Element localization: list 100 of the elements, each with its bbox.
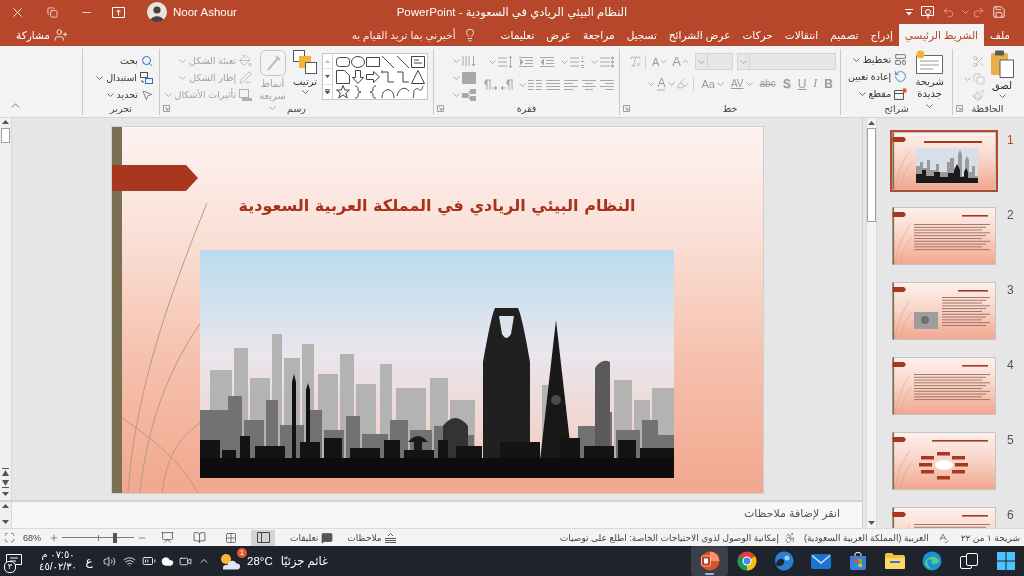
grid-icon bbox=[225, 531, 237, 544]
temperature-text[interactable]: 28°C bbox=[247, 555, 273, 567]
account-button[interactable]: Noor Ashour bbox=[147, 2, 237, 22]
slide-counter: شريحة ١ من ٢٢ bbox=[960, 532, 1020, 543]
oval-icon[interactable] bbox=[350, 54, 365, 69]
select-button[interactable]: تحديد bbox=[104, 86, 155, 103]
zoom-level[interactable]: 68% bbox=[23, 532, 41, 543]
presentation-icon bbox=[160, 531, 174, 544]
notes-button[interactable]: ملاحظات bbox=[344, 529, 399, 546]
scroll-down-icon[interactable] bbox=[868, 521, 875, 525]
section-button[interactable]: مقطع bbox=[856, 85, 910, 102]
scroll-up-icon[interactable] bbox=[868, 121, 875, 125]
zoom-in-icon[interactable] bbox=[49, 532, 59, 543]
more-shapes-icon[interactable] bbox=[325, 89, 330, 95]
dialog-launcher-icon[interactable] bbox=[955, 105, 963, 112]
rectangle-icon[interactable] bbox=[365, 54, 380, 69]
share-button[interactable]: مشاركة bbox=[12, 24, 72, 46]
wave-browser-icon bbox=[921, 551, 942, 571]
time-text[interactable]: ٠٧:٥٠ م bbox=[41, 549, 75, 561]
ribbon-display-options-icon[interactable] bbox=[111, 6, 125, 18]
triangle-icon[interactable] bbox=[410, 69, 425, 84]
accessibility-icon[interactable] bbox=[783, 531, 796, 544]
weather-condition-text[interactable]: غائم جزئيًا bbox=[280, 554, 328, 568]
fit-to-window-icon[interactable] bbox=[4, 532, 15, 543]
next-slide-icon[interactable] bbox=[2, 480, 9, 488]
ribbon-tab[interactable]: تسجيل bbox=[620, 24, 663, 46]
normal-view-icon bbox=[256, 532, 270, 543]
ribbon-tab[interactable]: مراجعة bbox=[577, 24, 621, 46]
shape-effects-icon bbox=[239, 88, 253, 101]
weather-badge: 1 bbox=[237, 548, 247, 558]
ribbon-tab[interactable]: انتقالات bbox=[778, 24, 825, 46]
previous-slide-icon[interactable] bbox=[2, 468, 9, 476]
scroll-down-icon[interactable] bbox=[325, 75, 330, 78]
language-status[interactable]: العربية (المملكة العربية السعودية) bbox=[803, 532, 929, 543]
text-box-icon[interactable] bbox=[410, 54, 425, 69]
scroll-up-icon[interactable] bbox=[2, 504, 9, 508]
group-label: شرائح bbox=[884, 102, 909, 115]
ribbon-tab[interactable]: إدراج bbox=[864, 24, 899, 46]
tell-me-field[interactable]: أخبرني بما تريد القيام به bbox=[351, 24, 477, 46]
caret-icon bbox=[269, 106, 277, 111]
dialog-launcher-icon[interactable] bbox=[162, 105, 170, 112]
dialog-launcher-icon[interactable] bbox=[622, 105, 630, 112]
cloud-icon[interactable] bbox=[160, 554, 174, 568]
caret-icon bbox=[852, 57, 860, 62]
slide[interactable]: النظام البيئي الريادي في المملكة العربية السعودية bbox=[111, 127, 763, 493]
ribbon-tab[interactable]: عرض الشرائح bbox=[662, 24, 737, 46]
save-icon[interactable] bbox=[992, 5, 1006, 19]
zoom-slider-thumb[interactable] bbox=[112, 532, 117, 543]
battery-icon[interactable] bbox=[142, 554, 156, 568]
dialog-launcher-icon[interactable] bbox=[436, 105, 444, 112]
new-slide-button[interactable]: شريحة جديدة bbox=[912, 49, 947, 112]
star-icon[interactable] bbox=[335, 84, 350, 99]
weather-icon[interactable] bbox=[218, 552, 240, 570]
accessibility-status[interactable]: إمكانية الوصول لذوي الاحتياجات الخاصة: اطلع على توصيات bbox=[559, 532, 779, 543]
date-text[interactable]: ٤٥/٠٢/٣٠ bbox=[39, 561, 77, 573]
comments-button[interactable]: تعليقات bbox=[287, 529, 337, 546]
replace-button[interactable]: استبدال bbox=[94, 69, 155, 86]
caret-icon bbox=[668, 81, 676, 86]
arrange-button[interactable]: ترتيب bbox=[291, 49, 319, 94]
ribbon-tab[interactable]: تصميم bbox=[824, 24, 865, 46]
caret-icon bbox=[453, 75, 460, 80]
right-arrow-icon[interactable] bbox=[365, 69, 380, 84]
caret-icon bbox=[745, 81, 753, 86]
ribbon-tab[interactable]: الشريط الرئيسي bbox=[898, 24, 984, 46]
browser-icon bbox=[736, 551, 757, 571]
volume-icon[interactable] bbox=[102, 554, 116, 568]
scroll-thumb[interactable] bbox=[1, 128, 10, 143]
taskbar-app-button[interactable] bbox=[691, 546, 728, 576]
scroll-thumb[interactable] bbox=[867, 128, 876, 222]
freeform-icon[interactable] bbox=[410, 84, 425, 99]
scroll-down-icon[interactable] bbox=[2, 520, 9, 524]
layout-button[interactable]: تخطيط bbox=[850, 51, 910, 68]
wifi-icon[interactable] bbox=[122, 554, 136, 568]
group-label: خط bbox=[722, 102, 738, 115]
ribbon-tab[interactable]: عرض bbox=[540, 24, 578, 46]
caret-up-icon bbox=[683, 60, 688, 63]
rounded-rectangle-icon[interactable] bbox=[335, 54, 350, 69]
touch-mode-icon[interactable] bbox=[920, 5, 934, 19]
paste-button[interactable]: لصق bbox=[988, 49, 1016, 98]
customize-toolbar-icon[interactable] bbox=[905, 8, 913, 16]
down-arrow-icon[interactable] bbox=[350, 69, 365, 84]
scroll-up-icon[interactable] bbox=[2, 120, 9, 124]
caret-icon bbox=[179, 75, 187, 80]
task-view-icon bbox=[959, 553, 978, 569]
line-icon[interactable] bbox=[380, 54, 395, 69]
ribbon-tab[interactable]: تعليمات bbox=[494, 24, 541, 46]
scroll-down-icon[interactable] bbox=[2, 492, 9, 496]
normal-view-button[interactable] bbox=[251, 529, 275, 546]
find-button[interactable]: بحث bbox=[117, 52, 155, 69]
ribbon-tab[interactable]: ملف bbox=[984, 24, 1016, 46]
caret-icon bbox=[648, 81, 656, 86]
restore-icon[interactable] bbox=[46, 6, 58, 18]
caret-icon bbox=[106, 92, 114, 97]
input-language[interactable]: ع bbox=[85, 554, 93, 568]
presentation-app-icon bbox=[699, 551, 720, 571]
line-icon[interactable] bbox=[395, 54, 410, 69]
shapes-gallery[interactable] bbox=[322, 53, 428, 100]
reset-button[interactable]: إعادة تعيين bbox=[846, 68, 910, 85]
ribbon-tab[interactable]: حركات bbox=[736, 24, 779, 46]
caret-icon bbox=[858, 91, 866, 96]
